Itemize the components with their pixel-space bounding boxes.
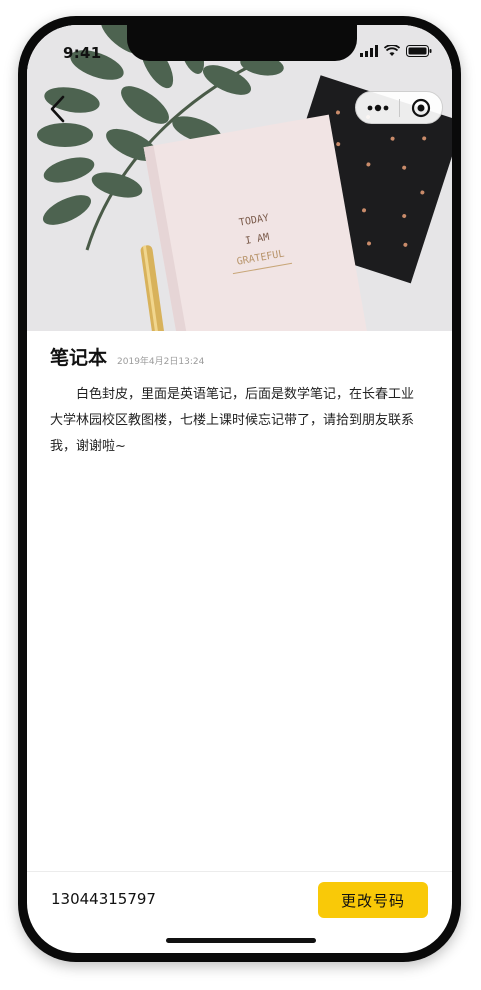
hero-image: TODAY I AM GRATEFUL	[27, 25, 452, 331]
change-number-button[interactable]: 更改号码	[318, 882, 428, 918]
hero-photo: TODAY I AM GRATEFUL	[27, 25, 452, 331]
contact-bar: 13044315797 更改号码	[27, 871, 452, 928]
item-description: 白色封皮，里面是英语笔记，后面是数学笔记，在长春工业大学林园校区教图楼，七楼上课…	[50, 387, 415, 454]
home-indicator	[166, 938, 316, 943]
phone-frame: TODAY I AM GRATEFUL 9:41 笔记本 2019年4月2日13…	[18, 16, 461, 962]
status-time: 9:41	[63, 44, 102, 62]
screen: TODAY I AM GRATEFUL 9:41 笔记本 2019年4月2日13…	[27, 25, 452, 953]
close-button[interactable]	[400, 92, 442, 123]
chevron-left-icon	[50, 95, 65, 123]
battery-icon	[406, 45, 432, 57]
item-header: 笔记本 2019年4月2日13:24	[50, 343, 204, 370]
item-date: 2019年4月2日13:24	[117, 357, 205, 367]
phone-number: 13044315797	[51, 890, 156, 908]
status-icons	[360, 45, 432, 57]
more-button[interactable]	[356, 92, 399, 123]
more-dots-icon	[367, 104, 388, 111]
item-title: 笔记本	[50, 347, 108, 369]
wifi-icon	[384, 45, 400, 56]
target-close-icon	[411, 98, 431, 117]
back-button[interactable]	[45, 91, 71, 127]
cellular-signal-icon	[360, 45, 378, 57]
pink-notebook: TODAY I AM GRATEFUL	[143, 114, 368, 331]
mini-program-capsule	[355, 91, 443, 124]
device-notch	[127, 25, 357, 61]
